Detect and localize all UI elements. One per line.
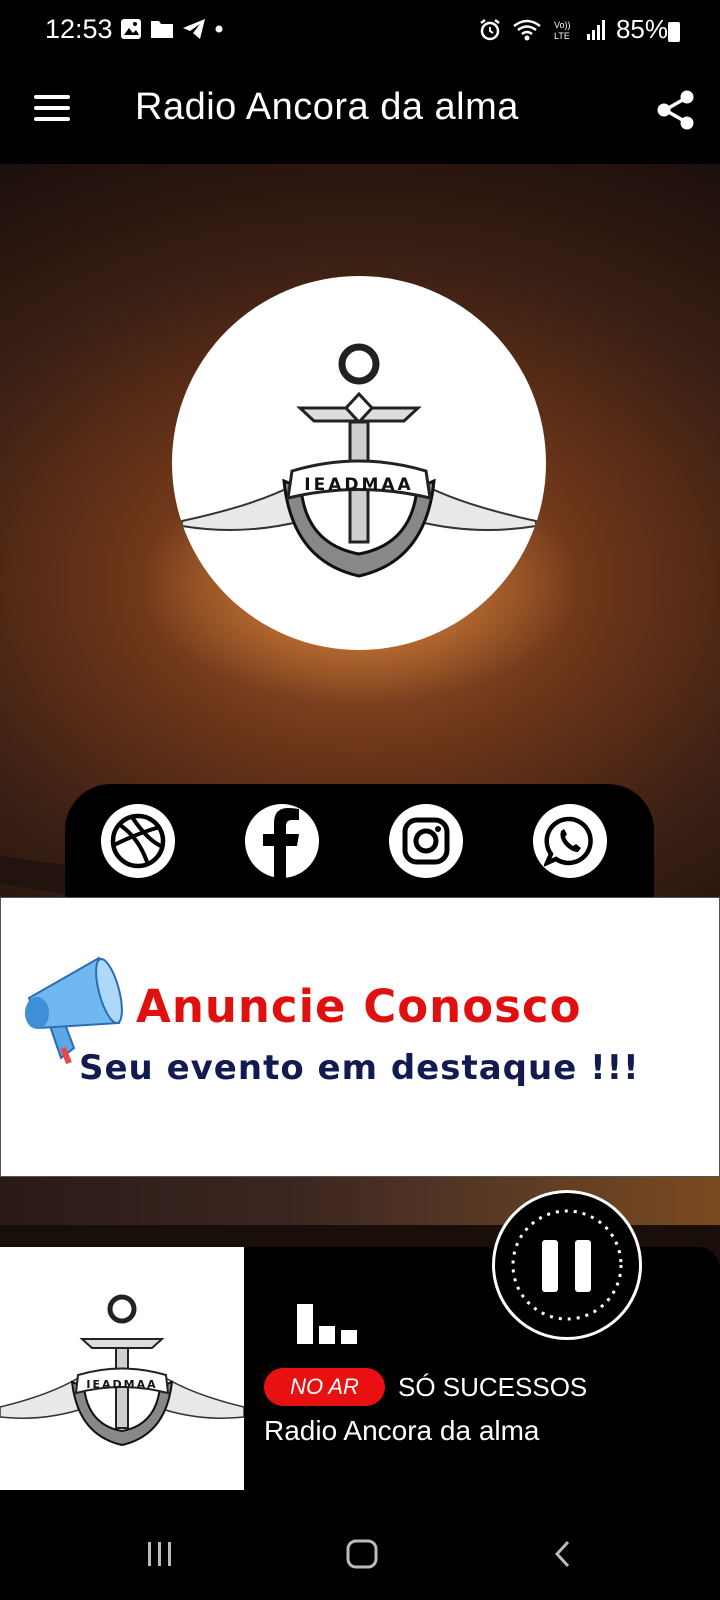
system-nav-bar (0, 1508, 720, 1600)
social-links-panel (65, 784, 654, 898)
equalizer-icon (297, 1304, 357, 1344)
recent-apps-icon (148, 1542, 171, 1566)
instagram-button[interactable] (389, 804, 463, 878)
ad-banner[interactable]: Anuncie Conosco Seu evento em destaque !… (0, 897, 720, 1177)
svg-text:Vo)): Vo)) (554, 20, 571, 30)
telegram-icon (183, 19, 205, 39)
recent-apps-button[interactable] (130, 1532, 190, 1576)
dribbble-icon (110, 813, 166, 869)
status-bar: 12:53 Vo)) LTE 85% (0, 0, 720, 64)
status-time: 12:53 (45, 14, 113, 44)
station-logo: IEADMAA (172, 276, 546, 650)
battery-icon (668, 22, 680, 42)
anchor-logo-icon: IEADMAA (0, 1294, 244, 1447)
player-art-text: IEADMAA (86, 1378, 157, 1391)
back-button[interactable] (534, 1532, 594, 1576)
anchor-logo-icon: IEADMAA (181, 343, 537, 578)
wifi-icon (513, 19, 541, 40)
back-icon (554, 1540, 570, 1568)
player-artwork: IEADMAA (0, 1247, 244, 1490)
ad-title: Anuncie Conosco (136, 980, 582, 1033)
home-button[interactable] (332, 1532, 392, 1576)
status-notification-icons (120, 18, 224, 40)
share-icon[interactable] (654, 88, 698, 132)
home-icon (346, 1539, 378, 1569)
instagram-icon (402, 817, 450, 865)
app-title: Radio Ancora da alma (135, 86, 519, 128)
alarm-icon (480, 18, 500, 40)
svg-text:LTE: LTE (554, 31, 570, 41)
logo-text: IEADMAA (304, 475, 413, 495)
pause-button[interactable] (492, 1190, 642, 1340)
pause-icon-bar-left (542, 1240, 558, 1292)
app-bar: Radio Ancora da alma (0, 64, 720, 164)
pause-icon-bar-right (575, 1240, 591, 1292)
battery-percentage: 85% (615, 14, 668, 44)
loading-ring-icon (511, 1209, 623, 1321)
dribbble-button[interactable] (101, 804, 175, 878)
genre-label: SÓ SUCESSOS (398, 1372, 588, 1402)
whatsapp-icon (544, 816, 593, 867)
dot-icon (215, 25, 223, 33)
facebook-button[interactable] (245, 804, 319, 878)
facebook-icon (263, 808, 299, 878)
whatsapp-button[interactable] (533, 804, 607, 878)
status-system-icons: Vo)) LTE 85% (478, 14, 668, 45)
folder-icon (151, 21, 173, 38)
station-name: Radio Ancora da alma (264, 1415, 540, 1446)
volte-icon: Vo))LTE (554, 20, 571, 41)
signal-icon (586, 19, 605, 40)
ad-subtitle: Seu evento em destaque !!! (79, 1048, 640, 1088)
hamburger-menu-icon[interactable] (34, 95, 70, 125)
on-air-badge: NO AR (264, 1368, 385, 1406)
gallery-icon (121, 19, 141, 39)
